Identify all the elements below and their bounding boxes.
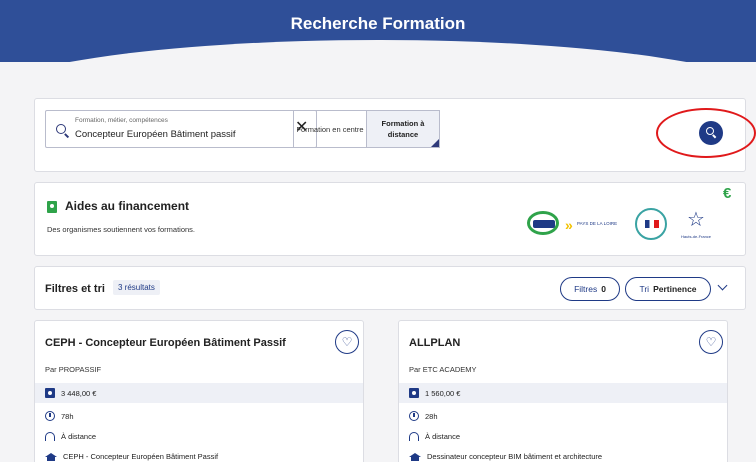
result-duration: 78h (61, 411, 74, 421)
result-price: 3 448,00 € (61, 388, 97, 398)
result-certification: CEPH - Concepteur Européen Bâtiment Pass… (63, 452, 219, 461)
price-icon (45, 388, 55, 398)
funding-aid-panel: Aides au financement Des organismes sout… (34, 182, 746, 256)
filter-title: Filtres et tri (45, 283, 105, 295)
price-icon (409, 388, 419, 398)
result-title[interactable]: CEPH - Concepteur Européen Bâtiment Pass… (45, 337, 286, 349)
france-travail-logo (635, 208, 667, 240)
search-field-label: Formation, métier, compétences (75, 117, 168, 124)
result-mode-line: À distance (45, 432, 96, 441)
result-provider: Par ETC ACADEMY (409, 365, 477, 374)
headphones-icon (409, 432, 419, 441)
result-certification-line: CEPH - Concepteur Européen Bâtiment Pass… (45, 452, 218, 461)
mode-distance-button[interactable]: Formation à distance (366, 111, 439, 147)
result-mode: À distance (61, 432, 97, 441)
result-count-badge: 3 résultats (113, 280, 160, 295)
chevron-down-icon[interactable] (717, 280, 728, 291)
result-price-line: 3 448,00 € (45, 388, 96, 398)
result-duration: 28h (425, 411, 438, 421)
result-price-line: 1 560,00 € (409, 388, 460, 398)
result-mode-line: À distance (409, 432, 460, 441)
heart-icon[interactable]: ♡ (699, 330, 723, 354)
result-title[interactable]: ALLPLAN (409, 337, 460, 349)
result-card[interactable]: ALLPLAN ♡ Par ETC ACADEMY 1 560,00 € 28h… (398, 320, 728, 462)
graduation-cap-icon (45, 452, 57, 461)
page-title: Recherche Formation (290, 14, 466, 33)
sort-button-label: Tri (639, 284, 650, 294)
mode-in-centre-button[interactable]: Formation en centre (294, 111, 366, 147)
result-mode: À distance (425, 432, 461, 441)
funding-aid-title[interactable]: Aides au financement (65, 199, 189, 213)
search-input[interactable]: Formation, métier, compétences Concepteu… (45, 110, 317, 148)
region-formation-logo (527, 211, 559, 235)
result-duration-line: 78h (45, 411, 74, 421)
result-card[interactable]: CEPH - Concepteur Européen Bâtiment Pass… (34, 320, 364, 462)
graduation-cap-icon (409, 452, 421, 461)
annotation-circle (656, 108, 756, 158)
result-price: 1 560,00 € (425, 388, 461, 398)
heart-icon[interactable]: ♡ (335, 330, 359, 354)
euro-icon: € (723, 185, 732, 202)
pays-de-la-loire-logo: » PAYS DE LA LOIRE (565, 217, 618, 233)
search-panel: Formation, métier, compétences Concepteu… (34, 98, 746, 172)
training-mode-toggle: Formation en centre Formation à distance (293, 110, 440, 148)
result-certification: Dessinateur concepteur BIM bâtiment et a… (427, 452, 603, 461)
result-provider: Par PROPASSIF (45, 365, 102, 374)
search-icon (56, 124, 66, 134)
result-duration-line: 28h (409, 411, 438, 421)
money-bill-icon (47, 201, 57, 213)
result-certification-line: Dessinateur concepteur BIM bâtiment et a… (409, 452, 602, 461)
hauts-de-france-logo: ☆ Hauts-de-France (681, 209, 712, 239)
filter-bar: Filtres et tri 3 résultats Filtres 0 Tri… (34, 266, 746, 310)
sort-value: Pertinence (653, 284, 697, 294)
filters-button[interactable]: Filtres 0 (560, 277, 620, 301)
headphones-icon (45, 432, 55, 441)
filters-count: 0 (601, 284, 606, 294)
sort-button[interactable]: Tri Pertinence (625, 277, 711, 301)
clock-icon (409, 411, 419, 421)
clock-icon (45, 411, 55, 421)
funding-aid-subtitle: Des organismes soutiennent vos formation… (47, 225, 195, 234)
filters-button-label: Filtres (574, 284, 598, 294)
search-field-value[interactable]: Concepteur Européen Bâtiment passif (75, 129, 236, 140)
